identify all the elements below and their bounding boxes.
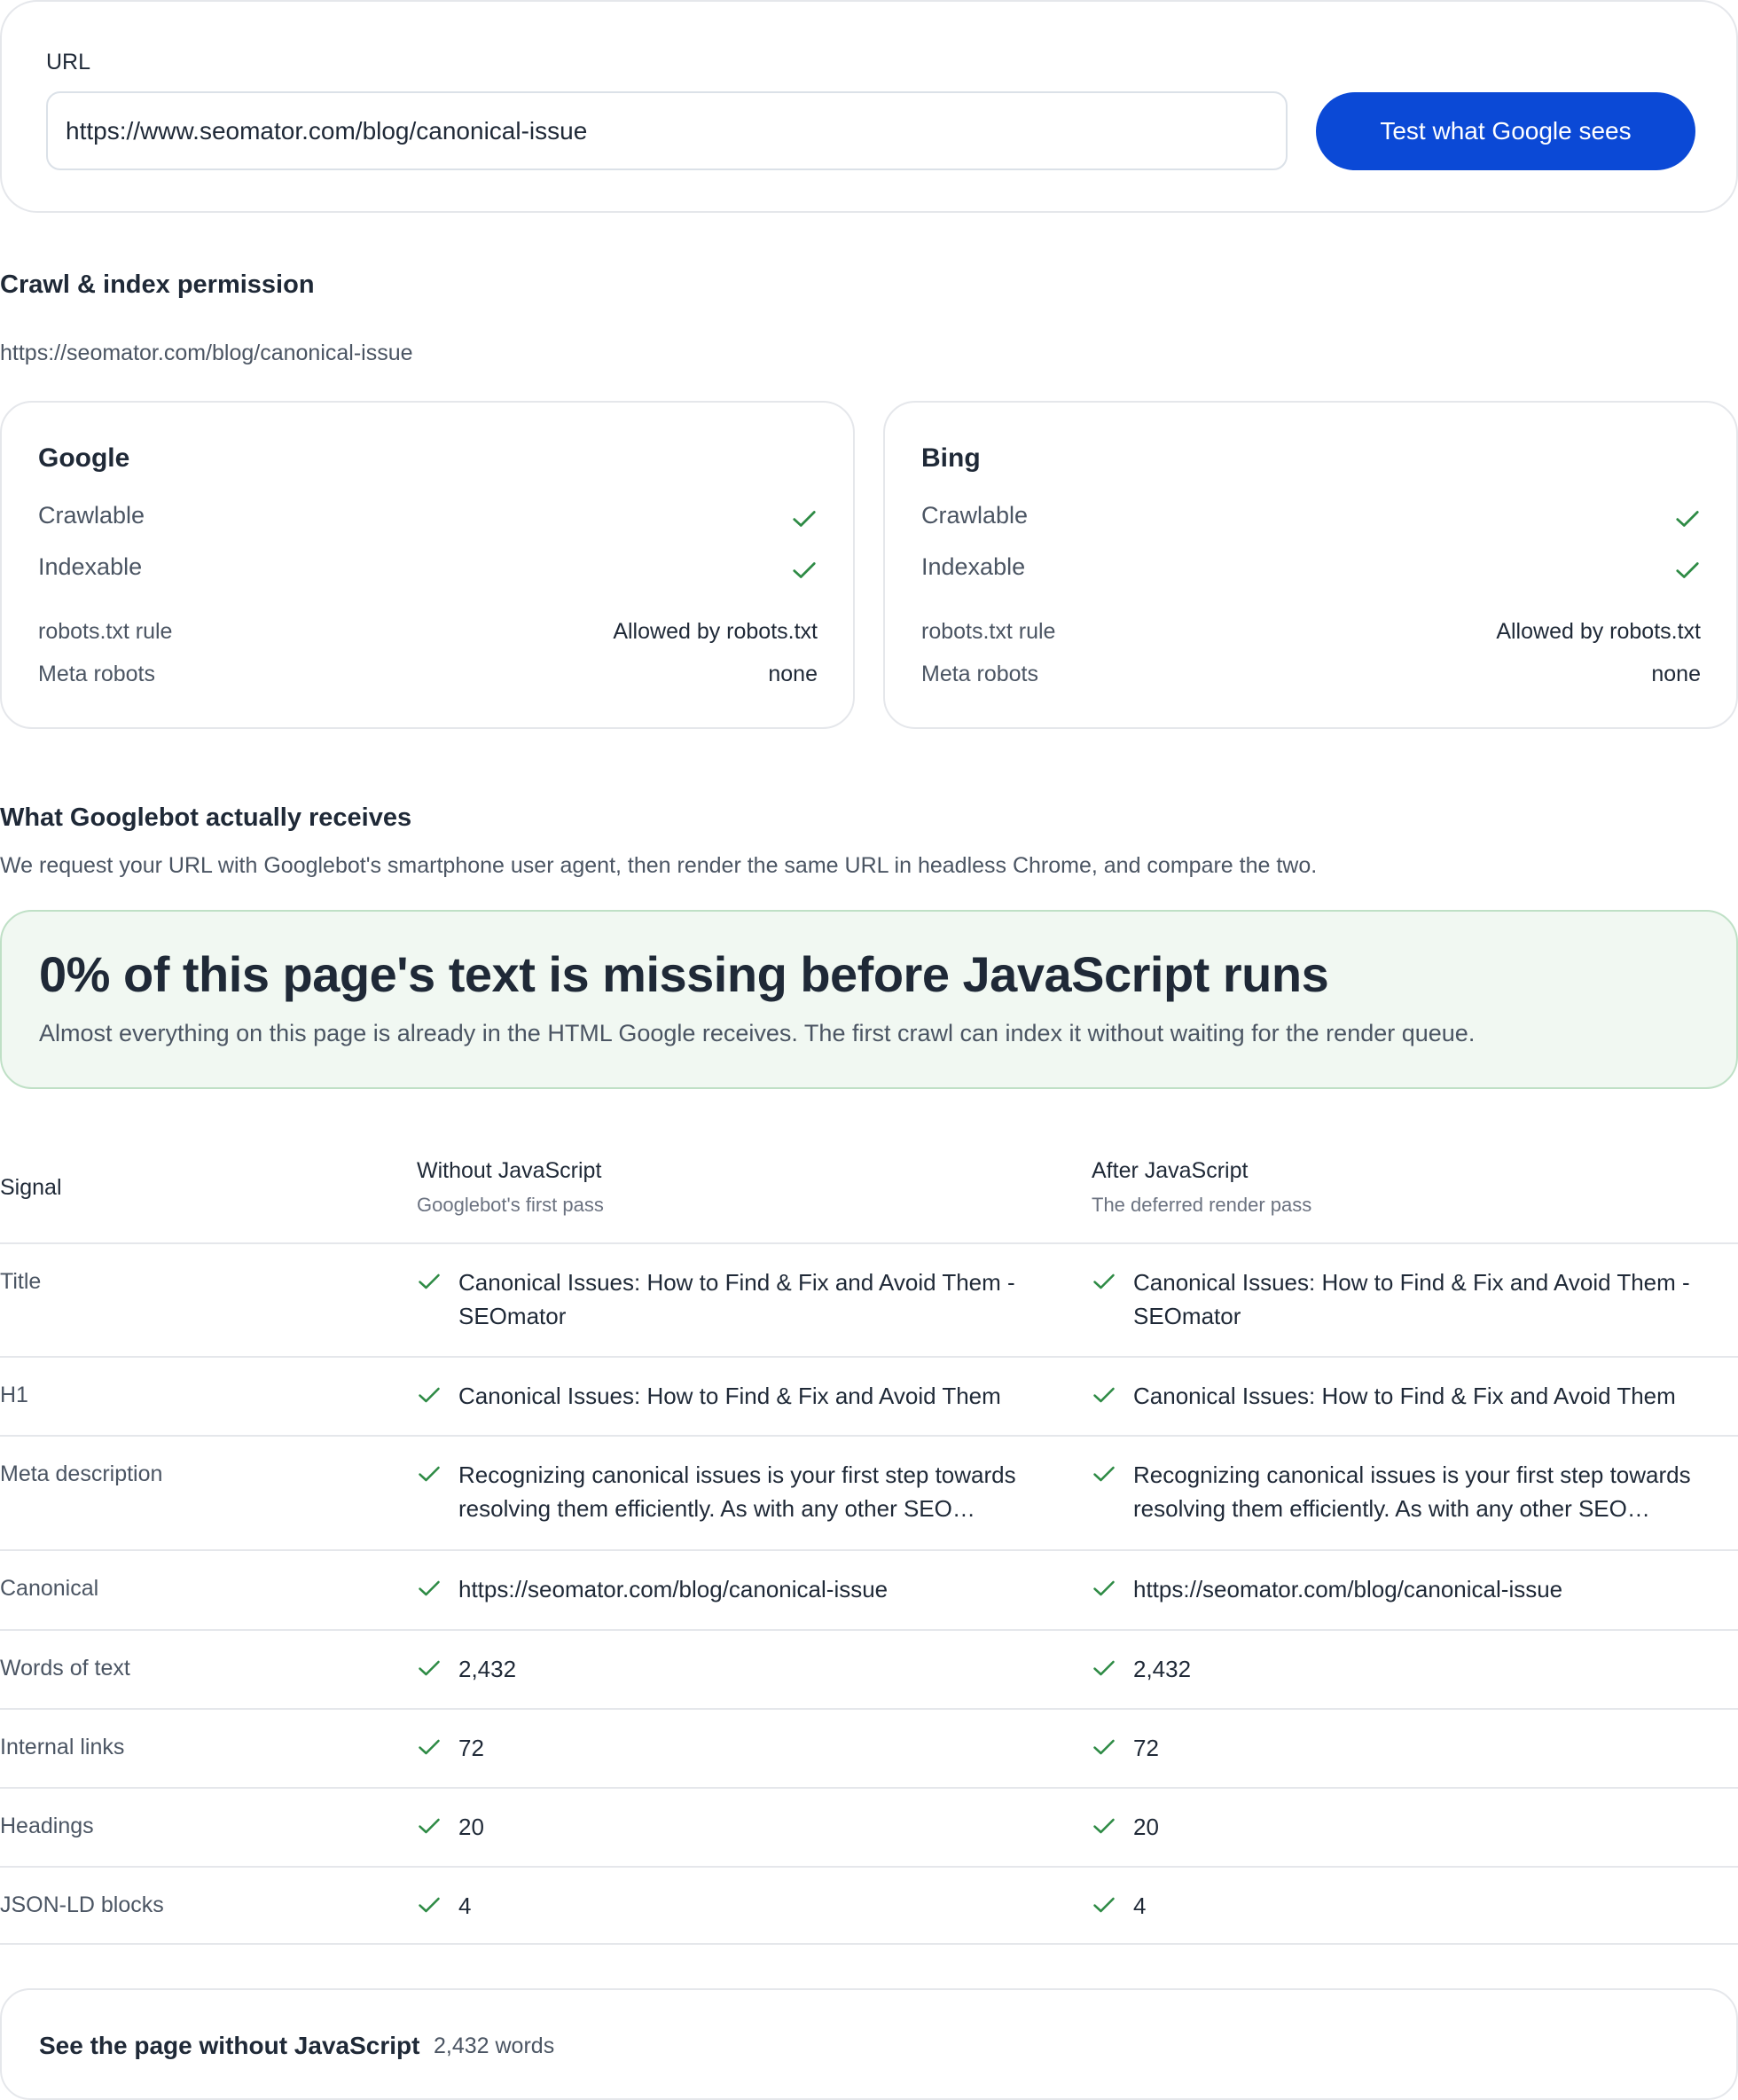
engine-name: Bing [921, 443, 981, 473]
meta-robots-label: Meta robots [38, 662, 156, 686]
table-row: Title Canonical Issues: How to Find & Fi… [0, 1242, 1738, 1356]
signal-label: Internal links [0, 1735, 125, 1759]
table-row: Internal links 72 72 [0, 1708, 1738, 1787]
check-icon [1093, 1580, 1115, 1596]
verdict-title: 0% of this page's text is missing before… [39, 946, 1329, 1002]
cell-value: Recognizing canonical issues is your fir… [458, 1461, 1016, 1522]
check-icon [1676, 562, 1699, 578]
word-count: 2,432 words [434, 2033, 555, 2058]
check-icon [419, 1387, 440, 1403]
indexable-label: Indexable [38, 553, 143, 580]
googlebot-description: We request your URL with Googlebot's sma… [0, 853, 1318, 878]
engine-card-google: Google Crawlable Indexable robots.txt ru… [0, 401, 855, 729]
cell-value: https://seomator.com/blog/canonical-issu… [458, 1576, 889, 1602]
verdict-description: Almost everything on this page is alread… [39, 1020, 1476, 1046]
col-after-js: After JavaScript [1092, 1158, 1249, 1183]
url-input[interactable] [46, 91, 1288, 170]
check-icon [419, 1818, 440, 1834]
test-what-google-sees-button[interactable]: Test what Google sees [1316, 92, 1695, 170]
col-without-js-sub: Googlebot's first pass [417, 1194, 604, 1216]
crawlable-label: Crawlable [921, 502, 1029, 529]
indexable-row: Indexable [38, 553, 818, 589]
col-without-js: Without JavaScript [417, 1158, 602, 1183]
robots-row: robots.txt rule Allowed by robots.txt [921, 619, 1701, 654]
signal-label: JSON-LD blocks [0, 1892, 164, 1917]
checked-url: https://seomator.com/blog/canonical-issu… [0, 341, 413, 365]
cell-value: Canonical Issues: How to Find & Fix and … [1133, 1383, 1676, 1409]
url-form-card: URL Test what Google sees [0, 0, 1738, 213]
table-row: Canonical https://seomator.com/blog/cano… [0, 1549, 1738, 1629]
crawlable-row: Crawlable [38, 502, 818, 537]
robots-label: robots.txt rule [921, 619, 1056, 644]
check-icon [419, 1273, 440, 1289]
meta-robots-row: Meta robots none [921, 662, 1701, 697]
meta-robots-value: none [768, 662, 818, 686]
page: URL Test what Google sees Crawl & index … [0, 0, 1738, 2100]
cell-value: 4 [458, 1892, 472, 1919]
col-signal: Signal [0, 1175, 62, 1200]
table-row: JSON-LD blocks 4 4 [0, 1866, 1738, 1945]
robots-value: Allowed by robots.txt [613, 619, 818, 644]
check-icon [1093, 1387, 1115, 1403]
check-icon [419, 1739, 440, 1755]
cell-value: 20 [1133, 1814, 1159, 1840]
meta-robots-row: Meta robots none [38, 662, 818, 697]
signal-label: Meta description [0, 1461, 163, 1486]
indexable-row: Indexable [921, 553, 1701, 589]
cell-value: Canonical Issues: How to Find & Fix and … [458, 1383, 1001, 1409]
cell-value: Canonical Issues: How to Find & Fix and … [458, 1269, 1015, 1329]
comparison-table-header: Signal Without JavaScript Googlebot's fi… [0, 1144, 1738, 1245]
check-icon [1093, 1466, 1115, 1482]
check-icon [793, 511, 816, 527]
meta-robots-value: none [1651, 662, 1701, 686]
check-icon [419, 1580, 440, 1596]
check-icon [1093, 1273, 1115, 1289]
url-label: URL [46, 50, 91, 74]
check-icon [1093, 1818, 1115, 1834]
cell-value: Canonical Issues: How to Find & Fix and … [1133, 1269, 1690, 1329]
crawlable-row: Crawlable [921, 502, 1701, 537]
table-row: Words of text 2,432 2,432 [0, 1629, 1738, 1708]
table-row: Meta description Recognizing canonical i… [0, 1435, 1738, 1549]
signal-label: Words of text [0, 1656, 130, 1681]
table-row: H1 Canonical Issues: How to Find & Fix a… [0, 1356, 1738, 1435]
cell-value: 72 [1133, 1735, 1159, 1761]
signal-label: Canonical [0, 1576, 99, 1601]
engine-card-bing: Bing Crawlable Indexable robots.txt rule… [883, 401, 1738, 729]
table-row: Headings 20 20 [0, 1787, 1738, 1866]
see-page-without-js-toggle[interactable]: See the page without JavaScript 2,432 wo… [0, 1988, 1738, 2100]
cell-value: 4 [1133, 1892, 1147, 1919]
verdict-box: 0% of this page's text is missing before… [0, 910, 1738, 1089]
check-icon [419, 1660, 440, 1676]
engine-name: Google [38, 443, 130, 473]
cell-value: 72 [458, 1735, 484, 1761]
check-icon [419, 1897, 440, 1913]
crawlable-label: Crawlable [38, 502, 145, 529]
check-icon [793, 562, 816, 578]
crawl-heading: Crawl & index permission [0, 270, 315, 299]
cell-value: 2,432 [458, 1656, 517, 1682]
check-icon [1676, 511, 1699, 527]
cell-value: 20 [458, 1814, 484, 1840]
cell-value: Recognizing canonical issues is your fir… [1133, 1461, 1691, 1522]
see-page-without-js-title: See the page without JavaScript [39, 2032, 420, 2059]
signal-label: Headings [0, 1814, 94, 1838]
check-icon [1093, 1897, 1115, 1913]
indexable-label: Indexable [921, 553, 1026, 580]
check-icon [419, 1466, 440, 1482]
check-icon [1093, 1739, 1115, 1755]
signal-label: H1 [0, 1383, 28, 1407]
check-icon [1093, 1660, 1115, 1676]
robots-value: Allowed by robots.txt [1496, 619, 1701, 644]
signal-label: Title [0, 1269, 42, 1294]
col-after-js-sub: The deferred render pass [1092, 1194, 1312, 1216]
robots-label: robots.txt rule [38, 619, 173, 644]
cell-value: 2,432 [1133, 1656, 1192, 1682]
meta-robots-label: Meta robots [921, 662, 1039, 686]
robots-row: robots.txt rule Allowed by robots.txt [38, 619, 818, 654]
cell-value: https://seomator.com/blog/canonical-issu… [1133, 1576, 1563, 1602]
googlebot-heading: What Googlebot actually receives [0, 803, 412, 832]
